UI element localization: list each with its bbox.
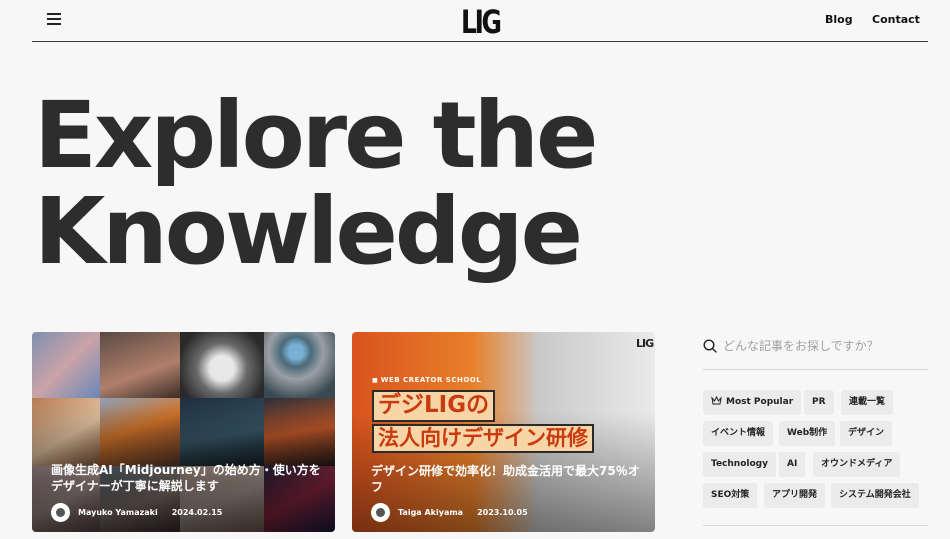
tag-most-popular[interactable]: Most Popular — [703, 390, 802, 415]
article-card-design-training[interactable]: LIG WEB CREATOR SCHOOL デジLIGの 法人向けデザイン研修… — [352, 332, 655, 532]
nav-link-blog[interactable]: Blog — [825, 13, 853, 26]
author-avatar — [51, 503, 70, 522]
article-meta: Mayuko Yamazaki 2024.02.15 — [51, 503, 222, 522]
tag-web-production[interactable]: Web制作 — [779, 421, 836, 446]
tags-divider — [703, 525, 928, 526]
site-header: LIG Blog Contact — [32, 0, 928, 42]
article-date: 2023.10.05 — [477, 508, 528, 517]
nav-link-contact[interactable]: Contact — [872, 13, 920, 26]
thumbnail-headline-2: 法人向けデザイン研修 — [372, 424, 594, 454]
thumbnail-school-label: WEB CREATOR SCHOOL — [372, 376, 481, 384]
hero-line-2: Knowledge — [34, 178, 583, 285]
tag-system-development[interactable]: システム開発会社 — [831, 483, 919, 508]
article-title[interactable]: 画像生成AI「Midjourney」の始め方・使い方をデザイナーが丁寧に解説しま… — [51, 462, 326, 494]
tag-owned-media[interactable]: オウンドメディア — [813, 452, 901, 477]
hamburger-menu-icon[interactable] — [47, 13, 63, 27]
tag-events[interactable]: イベント情報 — [703, 421, 774, 446]
thumbnail-headline-1: デジLIGの — [372, 390, 496, 422]
crown-icon — [711, 396, 722, 405]
tag-technology[interactable]: Technology — [703, 452, 776, 477]
author-avatar — [371, 503, 390, 522]
tag-seo[interactable]: SEO対策 — [703, 483, 758, 508]
article-title[interactable]: デザイン研修で効率化！助成金活用で最大75％オフ — [371, 463, 646, 495]
thumbnail-logo: LIG — [636, 337, 654, 350]
article-card-midjourney[interactable]: 画像生成AI「Midjourney」の始め方・使い方をデザイナーが丁寧に解説しま… — [32, 332, 335, 532]
article-author: Taiga Akiyama — [398, 508, 464, 517]
article-search — [703, 334, 928, 370]
article-author: Mayuko Yamazaki — [78, 508, 158, 517]
article-date: 2024.02.15 — [171, 508, 223, 517]
tag-pr[interactable]: PR — [804, 390, 834, 415]
tag-app-development[interactable]: アプリ開発 — [764, 483, 826, 508]
tag-ai[interactable]: AI — [779, 452, 806, 477]
hero-line-1: Explore the — [34, 82, 598, 189]
tag-series[interactable]: 連載一覧 — [841, 390, 894, 415]
hero-heading: Explore the Knowledge — [34, 88, 598, 280]
article-meta: Taiga Akiyama 2023.10.05 — [371, 503, 528, 522]
search-icon[interactable] — [703, 339, 717, 353]
search-input[interactable] — [723, 334, 923, 358]
site-logo[interactable]: LIG — [461, 3, 502, 41]
tag-design[interactable]: デザイン — [840, 421, 893, 446]
